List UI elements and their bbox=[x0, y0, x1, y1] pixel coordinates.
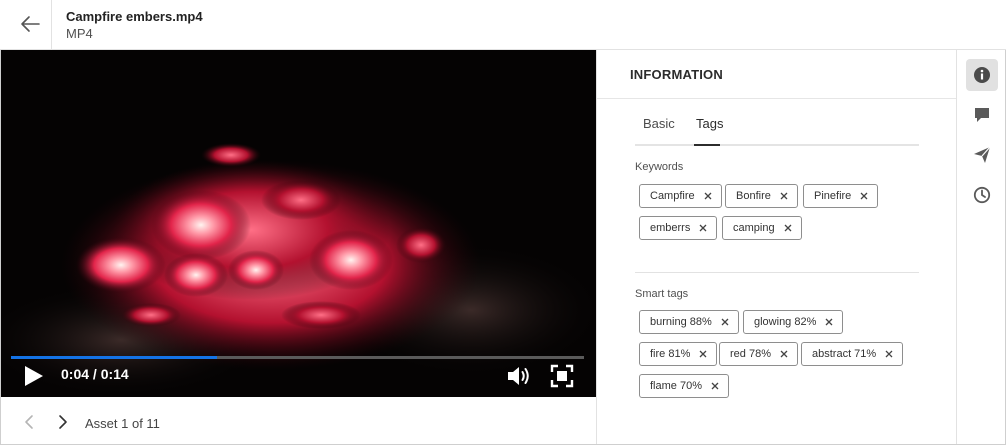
volume-icon bbox=[508, 367, 529, 385]
keyword-tag: emberrs bbox=[639, 216, 718, 240]
smart-tag: fire 81% bbox=[639, 342, 718, 366]
send-icon bbox=[974, 146, 991, 163]
tab-basic[interactable]: Basic bbox=[643, 116, 675, 131]
smart-tag: burning 88% bbox=[639, 310, 739, 334]
smart-tag: red 78% bbox=[719, 342, 798, 366]
remove-tag-button[interactable] bbox=[720, 317, 730, 327]
chevron-left-icon bbox=[25, 415, 33, 429]
close-icon bbox=[825, 318, 833, 326]
header-divider bbox=[51, 0, 52, 49]
keyword-tag-label: camping bbox=[733, 222, 775, 234]
back-button[interactable] bbox=[14, 10, 46, 38]
keyword-tag: Bonfire bbox=[725, 184, 798, 208]
remove-tag-button[interactable] bbox=[859, 191, 869, 201]
smart-tags-label: Smart tags bbox=[635, 288, 689, 300]
panel-header-divider bbox=[597, 98, 956, 99]
keyword-tag-label: Campfire bbox=[650, 190, 695, 202]
close-icon bbox=[699, 224, 707, 232]
remove-tag-button[interactable] bbox=[698, 349, 708, 359]
close-icon bbox=[699, 350, 707, 358]
remove-tag-button[interactable] bbox=[884, 349, 894, 359]
close-icon bbox=[780, 192, 788, 200]
smart-tag-label: abstract 71% bbox=[812, 348, 877, 360]
play-icon bbox=[25, 366, 43, 386]
info-button[interactable] bbox=[966, 59, 998, 91]
asset-pager: Asset 1 of 11 bbox=[1, 397, 596, 444]
remove-tag-button[interactable] bbox=[710, 381, 720, 391]
smart-tag-label: fire 81% bbox=[650, 348, 691, 360]
smart-tag-label: red 78% bbox=[730, 348, 771, 360]
history-button[interactable] bbox=[966, 179, 998, 211]
remove-tag-button[interactable] bbox=[779, 349, 789, 359]
fullscreen-icon bbox=[550, 364, 574, 388]
smart-tag: glowing 82% bbox=[743, 310, 844, 334]
close-icon bbox=[711, 382, 719, 390]
panel-title: INFORMATION bbox=[630, 67, 723, 82]
info-icon bbox=[974, 67, 990, 83]
remove-tag-button[interactable] bbox=[824, 317, 834, 327]
asset-counter: Asset 1 of 11 bbox=[85, 416, 160, 431]
remove-tag-button[interactable] bbox=[779, 191, 789, 201]
video-frame-embers bbox=[1, 50, 596, 397]
smart-tag: flame 70% bbox=[639, 374, 729, 398]
header: Campfire embers.mp4 MP4 bbox=[0, 0, 1006, 50]
keyword-tag-label: Pinefire bbox=[814, 190, 852, 202]
progress-fill bbox=[11, 356, 218, 359]
play-button[interactable] bbox=[21, 364, 47, 388]
asset-type: MP4 bbox=[66, 26, 93, 41]
close-icon bbox=[721, 318, 729, 326]
share-button[interactable] bbox=[966, 139, 998, 171]
keyword-tag: Campfire bbox=[639, 184, 722, 208]
previous-asset-button[interactable] bbox=[21, 413, 39, 431]
smart-tag-label: burning 88% bbox=[650, 316, 712, 328]
remove-tag-button[interactable] bbox=[698, 223, 708, 233]
smart-tag-label: flame 70% bbox=[650, 380, 702, 392]
remove-tag-button[interactable] bbox=[783, 223, 793, 233]
keyword-tag-label: Bonfire bbox=[736, 190, 771, 202]
chevron-right-icon bbox=[59, 415, 67, 429]
remove-tag-button[interactable] bbox=[703, 191, 713, 201]
close-icon bbox=[885, 350, 893, 358]
keywords-label: Keywords bbox=[635, 161, 684, 173]
smart-tag: abstract 71% bbox=[801, 342, 904, 366]
keyword-tag-label: emberrs bbox=[650, 222, 691, 234]
tab-tags[interactable]: Tags bbox=[696, 116, 723, 131]
comment-icon bbox=[975, 108, 989, 122]
comments-button[interactable] bbox=[966, 99, 998, 131]
history-icon bbox=[973, 186, 991, 204]
keyword-tag: camping bbox=[722, 216, 802, 240]
side-rail bbox=[956, 50, 1005, 444]
close-icon bbox=[704, 192, 712, 200]
information-panel: INFORMATION Basic Tags Keywords Campfire… bbox=[596, 50, 956, 444]
volume-button[interactable] bbox=[505, 363, 533, 389]
section-divider bbox=[635, 272, 919, 273]
video-player[interactable]: 0:04 / 0:14 bbox=[1, 50, 596, 397]
smart-tag-label: glowing 82% bbox=[754, 316, 817, 328]
active-tab-indicator bbox=[694, 144, 720, 146]
keyword-tag: Pinefire bbox=[803, 184, 879, 208]
close-icon bbox=[780, 350, 788, 358]
time-display: 0:04 / 0:14 bbox=[61, 366, 129, 382]
next-asset-button[interactable] bbox=[53, 413, 71, 431]
close-icon bbox=[784, 224, 792, 232]
asset-title: Campfire embers.mp4 bbox=[66, 9, 203, 24]
progress-bar[interactable] bbox=[11, 356, 584, 359]
fullscreen-button[interactable] bbox=[549, 363, 575, 389]
tab-list: Basic Tags bbox=[635, 114, 919, 146]
close-icon bbox=[860, 192, 868, 200]
arrow-left-icon bbox=[21, 16, 40, 32]
